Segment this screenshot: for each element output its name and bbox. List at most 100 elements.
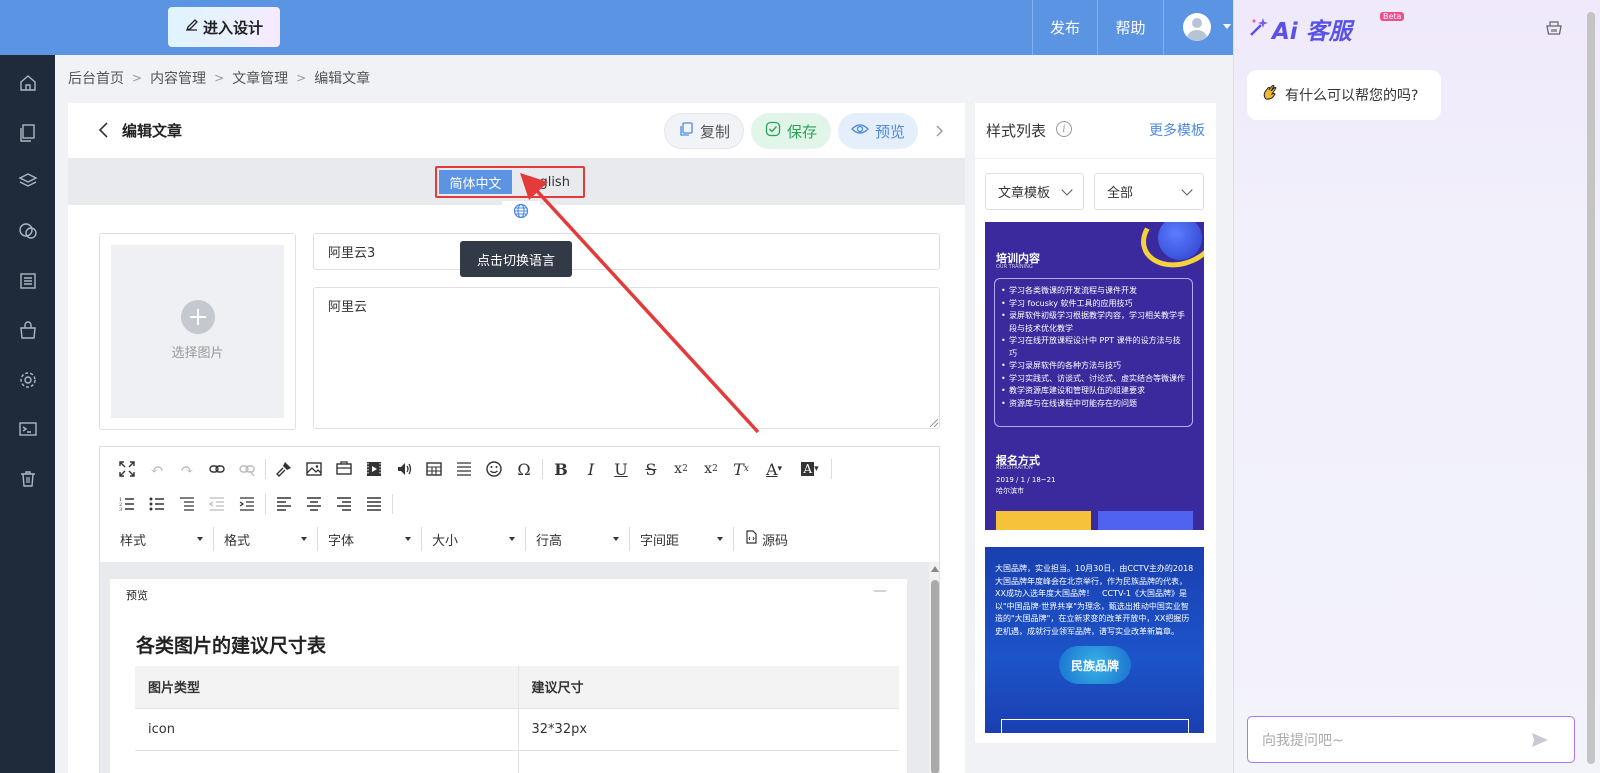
caret-down-icon <box>717 537 723 541</box>
publish-button[interactable]: 发布 <box>1032 0 1098 55</box>
page-title: 编辑文章 <box>122 122 183 140</box>
clear-chat-icon[interactable] <box>1544 17 1564 37</box>
align-left-icon[interactable] <box>269 492 299 516</box>
caret-down-icon <box>613 537 619 541</box>
template-filter-select[interactable]: 全部 <box>1094 173 1204 210</box>
summary-text: 阿里云 <box>328 300 368 315</box>
source-code-button[interactable]: 源码 <box>734 530 798 549</box>
template-badge: 民族品牌 <box>1059 646 1131 684</box>
layers-icon[interactable] <box>18 171 38 191</box>
chevron-down-icon[interactable] <box>1223 24 1231 29</box>
breadcrumb-home[interactable]: 后台首页 <box>68 68 124 88</box>
line-height-dropdown[interactable]: 行高 <box>526 527 630 551</box>
unordered-list-icon[interactable] <box>142 492 172 516</box>
enter-design-button[interactable]: 进入设计 <box>168 7 280 47</box>
outdent-icon[interactable] <box>202 492 232 516</box>
list-item: 学习实践式、访谈式、讨论式、虚实结合等微课作 <box>1001 373 1186 386</box>
editor-scrollbar[interactable] <box>929 562 939 773</box>
size-dropdown[interactable]: 大小 <box>422 527 526 551</box>
beta-badge: Beta <box>1380 12 1405 21</box>
terminal-icon[interactable] <box>18 419 38 439</box>
ordered-list-icon[interactable]: 123 <box>112 492 142 516</box>
chat-icon[interactable] <box>18 221 38 241</box>
globe-icon[interactable] <box>502 201 540 225</box>
send-icon[interactable] <box>1530 730 1550 750</box>
style-dropdown[interactable]: 样式 <box>110 527 214 551</box>
summary-textarea[interactable]: 阿里云 <box>313 287 940 429</box>
template-place-text: 哈尔滨市 <box>996 487 1024 495</box>
letter-spacing-dropdown[interactable]: 字间距 <box>630 527 734 551</box>
image-icon[interactable] <box>299 457 329 481</box>
ai-question-input[interactable]: 向我提问吧~ <box>1247 716 1575 763</box>
list-item: 学习在线开放课程设计中 PPT 课件的设方法与技巧 <box>1001 335 1186 360</box>
tab-simplified-chinese[interactable]: 简体中文 <box>439 170 512 194</box>
subscript-icon[interactable]: x2 <box>666 457 696 481</box>
avatar[interactable] <box>1183 13 1211 41</box>
style-dropdown-label: 样式 <box>120 533 147 549</box>
align-center-icon[interactable] <box>299 492 329 516</box>
top-bar: 进入设计 发布 帮助 <box>0 0 1233 55</box>
image-picker-area[interactable]: 选择图片 <box>111 245 284 418</box>
preview-button[interactable]: 预览 <box>838 113 918 149</box>
special-char-icon[interactable]: Ω <box>509 457 539 481</box>
bold-icon[interactable]: B <box>546 457 576 481</box>
align-justify-icon[interactable] <box>359 492 389 516</box>
audio-icon[interactable] <box>389 457 419 481</box>
underline-icon[interactable]: U <box>606 457 636 481</box>
title-input[interactable]: 阿里云3 <box>313 233 940 270</box>
chevron-right-icon[interactable] <box>934 124 944 138</box>
list-item: 学习 focusky 软件工具的应用技巧 <box>1001 298 1186 311</box>
preview-label: 预览 <box>874 122 905 141</box>
tab-english[interactable]: English <box>512 170 581 194</box>
minimize-icon[interactable]: — <box>873 583 887 599</box>
align-right-icon[interactable] <box>329 492 359 516</box>
link-icon[interactable] <box>202 457 232 481</box>
copy-button[interactable]: 复制 <box>664 113 744 149</box>
document-copy-icon[interactable] <box>18 123 38 143</box>
unlink-icon[interactable] <box>232 457 262 481</box>
bag-icon[interactable] <box>18 320 38 340</box>
strikethrough-icon[interactable]: S <box>636 457 666 481</box>
resize-handle[interactable] <box>930 419 938 427</box>
template-type-select[interactable]: 文章模板 <box>985 173 1084 210</box>
wave-hand-icon <box>1261 84 1279 106</box>
horizontal-rule-icon[interactable] <box>449 457 479 481</box>
editor-content-area[interactable]: 预览 — 各类图片的建议尺寸表 图片类型 建议尺寸 icon 32*32px <box>100 562 939 773</box>
home-icon[interactable] <box>18 73 38 93</box>
emoji-icon[interactable] <box>479 457 509 481</box>
scroll-up-icon[interactable] <box>931 566 939 572</box>
image-picker[interactable]: 选择图片 <box>99 233 296 430</box>
format-dropdown[interactable]: 格式 <box>214 527 318 551</box>
font-color-icon[interactable]: A ▾ <box>756 457 792 481</box>
table-icon[interactable] <box>419 457 449 481</box>
trash-icon[interactable] <box>18 469 38 489</box>
size-dropdown-label: 大小 <box>432 533 459 549</box>
back-icon[interactable] <box>96 121 112 139</box>
info-icon[interactable]: i <box>1056 121 1072 137</box>
font-dropdown[interactable]: 字体 <box>318 527 422 551</box>
ai-panel-scrollbar[interactable] <box>1587 12 1595 764</box>
fullscreen-icon[interactable] <box>112 457 142 481</box>
breadcrumb-articles[interactable]: 文章管理 <box>232 68 288 88</box>
more-templates-link[interactable]: 更多模板 <box>1149 120 1205 140</box>
scrollbar-thumb[interactable] <box>931 580 939 773</box>
format-painter-icon[interactable] <box>269 457 299 481</box>
italic-icon[interactable]: I <box>576 457 606 481</box>
clear-format-icon[interactable]: Tx <box>726 457 756 481</box>
settings-icon[interactable] <box>18 370 38 390</box>
help-button[interactable]: 帮助 <box>1098 0 1164 55</box>
template-card-training[interactable]: 培训内容 OUR TRAINING 学习各类微课的开发流程与课件开发 学习 fo… <box>985 222 1204 530</box>
indent-icon[interactable] <box>232 492 262 516</box>
save-button[interactable]: 保存 <box>751 113 831 149</box>
undo-icon[interactable]: ↶ <box>142 457 172 481</box>
redo-icon[interactable]: ↷ <box>172 457 202 481</box>
highlight-color-icon[interactable]: A ▾ <box>792 457 828 481</box>
video-icon[interactable] <box>359 457 389 481</box>
multilevel-list-icon[interactable] <box>172 492 202 516</box>
insert-media-icon[interactable] <box>329 457 359 481</box>
template-card-brand[interactable]: 大国品牌，实业担当。10月30日，由CCTV主办的2018大国品牌年度峰会在北京… <box>985 547 1204 733</box>
breadcrumb-content[interactable]: 内容管理 <box>150 68 206 88</box>
table-header-cell: 图片类型 <box>135 666 519 709</box>
list-icon[interactable] <box>18 271 38 291</box>
superscript-icon[interactable]: x2 <box>696 457 726 481</box>
